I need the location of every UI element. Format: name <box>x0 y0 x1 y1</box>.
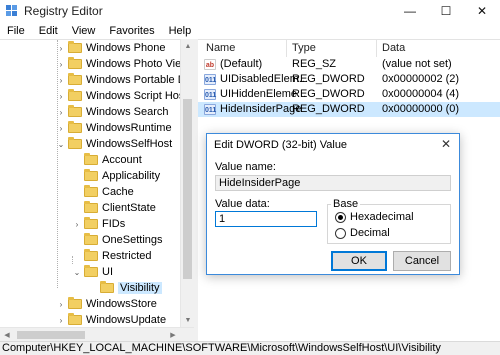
tree-item[interactable]: OneSettings <box>72 232 163 248</box>
folder-open-icon <box>68 137 82 149</box>
folder-icon <box>68 41 82 53</box>
folder-icon <box>68 105 82 117</box>
tree-item[interactable]: ⌄ WindowsSelfHost <box>56 136 172 152</box>
binary-value-icon: 011 <box>204 104 216 115</box>
tree-item[interactable]: › FIDs <box>72 216 125 232</box>
folder-icon <box>84 201 98 213</box>
edit-dword-dialog: Edit DWORD (32-bit) Value ✕ Value name: … <box>206 133 460 275</box>
expand-chevron-icon[interactable]: › <box>56 300 66 309</box>
tree-item[interactable]: › WindowsRuntime <box>56 120 172 136</box>
column-header-data[interactable]: Data <box>382 42 405 54</box>
string-value-icon: ab <box>204 59 216 70</box>
folder-icon <box>84 169 98 181</box>
value-data-field[interactable] <box>215 211 317 227</box>
folder-icon <box>68 89 82 101</box>
expand-chevron-icon[interactable]: › <box>56 108 66 117</box>
menu-edit[interactable]: Edit <box>32 25 65 37</box>
folder-icon <box>68 121 82 133</box>
value-data-label: Value data: <box>215 198 270 210</box>
scrollbar-thumb[interactable] <box>17 331 85 339</box>
window-title: Registry Editor <box>24 4 103 18</box>
dialog-title: Edit DWORD (32-bit) Value <box>207 134 459 155</box>
tree-item[interactable]: ClientState <box>72 200 156 216</box>
close-button[interactable]: ✕ <box>464 0 500 22</box>
folder-icon <box>68 73 82 85</box>
scrollbar-thumb[interactable] <box>183 99 192 279</box>
tree-horizontal-scrollbar[interactable]: ◀ ▶ <box>0 327 194 341</box>
collapse-chevron-icon[interactable]: ⌄ <box>72 268 82 277</box>
tree-item[interactable]: Account <box>72 152 142 168</box>
base-label: Base <box>331 198 361 210</box>
list-item[interactable]: 011 UIHiddenEleme... REG_DWORD 0x0000000… <box>198 87 500 102</box>
tree-item[interactable]: Cache <box>72 184 134 200</box>
expand-chevron-icon[interactable]: › <box>72 220 82 229</box>
tree-item[interactable]: › Windows Script Host <box>56 88 187 104</box>
tree-item[interactable]: › Windows Portable Devices <box>56 72 194 88</box>
menu-file[interactable]: File <box>0 25 32 37</box>
status-bar-path: Computer\HKEY_LOCAL_MACHINE\SOFTWARE\Mic… <box>0 341 500 355</box>
binary-value-icon: 011 <box>204 89 216 100</box>
tree-item[interactable]: ⌄ UI <box>72 264 113 280</box>
folder-icon <box>68 297 82 309</box>
menu-bar: File Edit View Favorites Help <box>0 22 500 39</box>
minimize-button[interactable]: — <box>392 0 428 22</box>
expand-chevron-icon[interactable]: › <box>56 44 66 53</box>
folder-icon <box>68 313 82 325</box>
folder-icon <box>84 233 98 245</box>
tree-item[interactable]: Applicability <box>72 168 160 184</box>
registry-tree[interactable]: › Windows Phone › Windows Photo Viewer ›… <box>0 39 194 327</box>
tree-item[interactable]: › Windows Photo Viewer <box>56 56 194 72</box>
list-item[interactable]: 011 UIDisabledElem... REG_DWORD 0x000000… <box>198 72 500 87</box>
dialog-close-icon[interactable]: ✕ <box>439 137 453 151</box>
folder-icon <box>84 217 98 229</box>
column-header-name[interactable]: Name <box>206 42 235 54</box>
hexadecimal-radio[interactable]: Hexadecimal <box>335 211 414 223</box>
expand-chevron-icon[interactable]: › <box>56 124 66 133</box>
collapse-chevron-icon[interactable]: ⌄ <box>56 140 66 149</box>
value-name-label: Value name: <box>215 161 276 173</box>
expand-chevron-icon[interactable]: › <box>56 316 66 325</box>
cancel-button[interactable]: Cancel <box>393 251 451 271</box>
tree-item[interactable]: Restricted <box>72 248 152 264</box>
folder-icon <box>100 281 114 293</box>
tree-item[interactable]: › WindowsUpdate <box>56 312 166 327</box>
expand-chevron-icon[interactable]: › <box>56 60 66 69</box>
column-header-type[interactable]: Type <box>292 42 316 54</box>
expand-chevron-icon[interactable]: › <box>56 76 66 85</box>
title-bar: Registry Editor — ☐ ✕ <box>0 0 500 22</box>
tree-item[interactable]: › Windows Phone <box>56 40 166 56</box>
list-item[interactable]: ab (Default) REG_SZ (value not set) <box>198 57 500 72</box>
scroll-up-arrow-icon[interactable]: ▲ <box>181 39 195 53</box>
list-header: Name Type Data <box>198 40 500 57</box>
value-name-field[interactable] <box>215 175 451 191</box>
tree-item[interactable]: › Windows Search <box>56 104 169 120</box>
tree-item-selected[interactable]: Visibility <box>88 280 162 296</box>
tree-vertical-scrollbar[interactable]: ▲ ▼ <box>180 39 194 327</box>
folder-icon <box>68 57 82 69</box>
menu-help[interactable]: Help <box>162 25 199 37</box>
radio-unselected-icon[interactable] <box>335 227 346 239</box>
folder-icon <box>84 153 98 165</box>
expand-chevron-icon[interactable]: › <box>56 92 66 101</box>
folder-icon <box>84 249 98 261</box>
ok-button[interactable]: OK <box>331 251 387 271</box>
menu-view[interactable]: View <box>65 25 103 37</box>
registry-editor-icon <box>6 5 18 17</box>
menu-favorites[interactable]: Favorites <box>102 25 161 37</box>
radio-selected-icon[interactable] <box>335 211 346 223</box>
scroll-down-arrow-icon[interactable]: ▼ <box>181 313 195 327</box>
decimal-radio[interactable]: Decimal <box>335 227 390 239</box>
folder-open-icon <box>84 265 98 277</box>
maximize-button[interactable]: ☐ <box>428 0 464 22</box>
tree-item[interactable]: › WindowsStore <box>56 296 157 312</box>
scroll-right-arrow-icon[interactable]: ▶ <box>166 328 180 342</box>
binary-value-icon: 011 <box>204 74 216 85</box>
folder-icon <box>84 185 98 197</box>
scroll-left-arrow-icon[interactable]: ◀ <box>0 328 14 342</box>
list-item-selected[interactable]: 011 HideInsiderPage REG_DWORD 0x00000000… <box>198 102 500 117</box>
